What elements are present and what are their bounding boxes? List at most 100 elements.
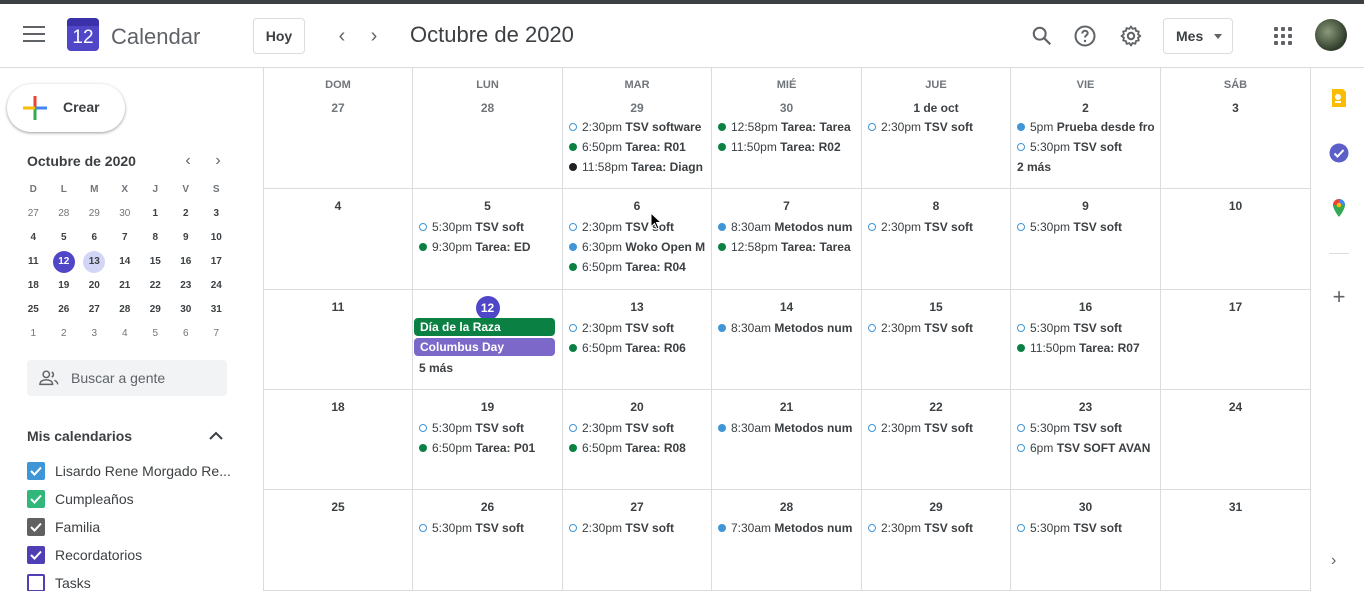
event-chip[interactable]: 5:30pm TSV soft [1017, 418, 1154, 438]
add-addon-icon[interactable]: + [1329, 286, 1349, 308]
event-chip[interactable]: 6:50pm Tarea: R08 [569, 438, 705, 458]
day-cell[interactable]: 27 2:30pm TSV soft [563, 490, 712, 591]
day-number[interactable]: 28 [413, 101, 562, 115]
event-chip[interactable]: 2:30pm TSV soft [868, 318, 1004, 338]
day-cell[interactable]: 18 [264, 390, 413, 490]
day-number[interactable]: 10 [1161, 199, 1310, 213]
mini-previous-month-icon[interactable]: ‹ [179, 152, 197, 170]
mini-day[interactable]: 10 [201, 226, 232, 250]
event-chip[interactable]: 7:30am Metodos num [718, 518, 855, 538]
user-avatar[interactable] [1315, 19, 1347, 51]
mini-day[interactable]: 4 [18, 226, 49, 250]
mini-day[interactable]: 5 [49, 226, 80, 250]
maps-icon[interactable] [1329, 198, 1349, 218]
mini-day[interactable]: 29 [140, 298, 171, 322]
day-cell[interactable]: DOM 27 [264, 68, 413, 189]
day-cell[interactable]: 31 [1161, 490, 1311, 591]
event-chip[interactable]: 5pm Prueba desde fro [1017, 117, 1154, 137]
day-number[interactable]: 30 [1011, 500, 1160, 514]
day-number[interactable]: 20 [563, 400, 711, 414]
more-events-link[interactable]: 2 más [1017, 160, 1051, 174]
mini-day[interactable]: 11 [18, 250, 49, 274]
day-number[interactable]: 15 [862, 300, 1010, 314]
event-chip[interactable]: 6pm TSV SOFT AVAN [1017, 438, 1154, 458]
day-number[interactable]: 7 [712, 199, 861, 213]
day-number[interactable]: 13 [563, 300, 711, 314]
create-button[interactable]: Crear [7, 84, 125, 132]
mini-day[interactable]: 19 [49, 274, 80, 298]
mini-day[interactable]: 3 [201, 202, 232, 226]
day-number[interactable]: 8 [862, 199, 1010, 213]
event-chip[interactable]: 8:30am Metodos num [718, 217, 855, 237]
day-number[interactable]: 14 [712, 300, 861, 314]
day-cell[interactable]: JUE 1 de oct 2:30pm TSV soft [862, 68, 1011, 189]
day-cell[interactable]: 30 5:30pm TSV soft [1011, 490, 1161, 591]
tasks-icon[interactable] [1329, 143, 1349, 163]
event-chip[interactable]: 2:30pm TSV soft [868, 518, 1004, 538]
day-cell[interactable]: 13 2:30pm TSV soft 6:50pm Tarea: R06 [563, 290, 712, 390]
day-cell[interactable]: 11 [264, 290, 413, 390]
event-chip[interactable]: 11:58pm Tarea: Diagn [569, 157, 705, 177]
event-chip[interactable]: 8:30am Metodos num [718, 318, 855, 338]
day-number[interactable]: 6 [563, 199, 711, 213]
day-number[interactable]: 29 [862, 500, 1010, 514]
next-month-icon[interactable]: › [362, 24, 386, 48]
day-cell[interactable]: MAR 29 2:30pm TSV software 6:50pm Tarea: … [563, 68, 712, 189]
mini-day[interactable]: 23 [171, 274, 202, 298]
day-number[interactable]: 26 [413, 500, 562, 514]
mini-day[interactable]: 9 [171, 226, 202, 250]
event-chip[interactable]: 5:30pm TSV soft [1017, 318, 1154, 338]
day-number[interactable]: 9 [1011, 199, 1160, 213]
event-chip[interactable]: 2:30pm TSV soft [868, 418, 1004, 438]
main-menu-icon[interactable] [23, 26, 45, 44]
mini-day[interactable]: 28 [110, 298, 141, 322]
event-chip[interactable]: 5:30pm TSV soft [419, 518, 556, 538]
day-cell[interactable]: 28 7:30am Metodos num [712, 490, 862, 591]
mini-day[interactable]: 22 [140, 274, 171, 298]
event-chip[interactable]: 12:58pm Tarea: Tarea [718, 237, 855, 257]
day-cell[interactable]: 15 2:30pm TSV soft [862, 290, 1011, 390]
event-chip[interactable]: 12:58pm Tarea: Tarea [718, 117, 855, 137]
day-cell[interactable]: 29 2:30pm TSV soft [862, 490, 1011, 591]
mini-day[interactable]: 2 [171, 202, 202, 226]
calendar-item[interactable]: Tasks [27, 572, 237, 591]
expand-panel-chevron-icon[interactable]: › [1331, 552, 1347, 570]
event-chip[interactable]: 6:50pm Tarea: P01 [419, 438, 556, 458]
day-number[interactable]: 27 [264, 101, 412, 115]
day-number[interactable]: 2 [1011, 101, 1160, 115]
previous-month-icon[interactable]: ‹ [330, 24, 354, 48]
mini-day[interactable]: 13 [79, 250, 110, 274]
today-button[interactable]: Hoy [253, 18, 305, 54]
day-number[interactable]: 22 [862, 400, 1010, 414]
settings-gear-icon[interactable] [1119, 24, 1143, 48]
mini-day[interactable]: 1 [18, 322, 49, 346]
day-number[interactable]: 5 [413, 199, 562, 213]
event-chip[interactable]: 6:50pm Tarea: R06 [569, 338, 705, 358]
event-chip[interactable]: 11:50pm Tarea: R07 [1017, 338, 1154, 358]
day-cell[interactable]: 17 [1161, 290, 1311, 390]
day-number[interactable]: 19 [413, 400, 562, 414]
mini-day[interactable]: 25 [18, 298, 49, 322]
apps-grid-icon[interactable] [1274, 27, 1292, 45]
mini-day[interactable]: 1 [140, 202, 171, 226]
day-number[interactable]: 18 [264, 400, 412, 414]
event-chip[interactable]: 6:50pm Tarea: R04 [569, 257, 705, 277]
mini-day[interactable]: 18 [18, 274, 49, 298]
day-cell[interactable]: 8 2:30pm TSV soft [862, 189, 1011, 290]
day-cell[interactable]: 21 8:30am Metodos num [712, 390, 862, 490]
day-number[interactable]: 1 de oct [862, 101, 1010, 115]
day-cell[interactable]: 19 5:30pm TSV soft 6:50pm Tarea: P01 [413, 390, 563, 490]
day-cell[interactable]: 12 Día de la Raza Columbus Day 5 más [413, 290, 563, 390]
mini-day[interactable]: 30 [171, 298, 202, 322]
day-number-today[interactable]: 12 [413, 296, 562, 320]
mini-day[interactable]: 30 [110, 202, 141, 226]
calendar-checkbox[interactable] [27, 574, 45, 591]
day-cell[interactable]: 7 8:30am Metodos num 12:58pm Tarea: Tare… [712, 189, 862, 290]
day-number[interactable]: 31 [1161, 500, 1310, 514]
mini-day[interactable]: 24 [201, 274, 232, 298]
day-number[interactable]: 21 [712, 400, 861, 414]
mini-day[interactable]: 15 [140, 250, 171, 274]
day-number[interactable]: 17 [1161, 300, 1310, 314]
day-cell[interactable]: 23 5:30pm TSV soft 6pm TSV SOFT AVAN [1011, 390, 1161, 490]
day-cell[interactable]: 10 [1161, 189, 1311, 290]
